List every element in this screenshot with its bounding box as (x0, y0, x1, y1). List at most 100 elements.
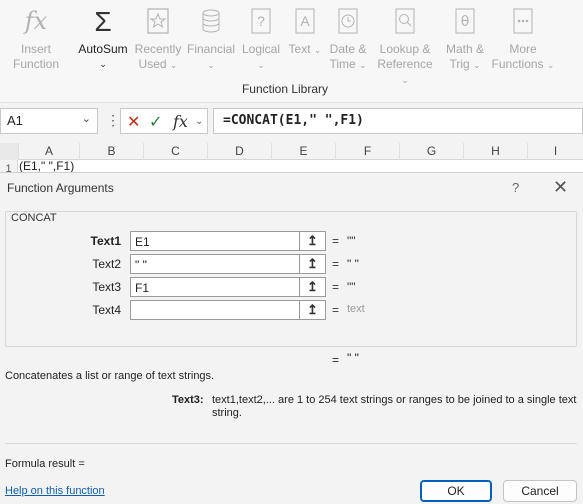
svg-text:?: ? (257, 13, 265, 29)
collapse-dialog-icon[interactable]: ↥ (300, 300, 326, 320)
more-book-icon (490, 4, 556, 38)
lookup-reference-button[interactable]: Lookup & Reference ⌄ (372, 4, 438, 88)
text-button[interactable]: A Text ⌄ (286, 4, 324, 58)
collapse-dialog-icon[interactable]: ↥ (300, 277, 326, 297)
clock-book-icon (326, 4, 370, 38)
theta-book-icon: θ (440, 4, 490, 38)
text-label: Text ⌄ (288, 42, 322, 56)
argument-input-text2[interactable]: " " (130, 254, 300, 274)
financial-button[interactable]: Financial ⌄ (185, 4, 237, 73)
help-icon[interactable]: ? (512, 180, 519, 195)
ok-button[interactable]: OK (420, 480, 492, 502)
row-header-1[interactable]: 1 (0, 160, 18, 172)
dialog-title: Function Arguments (7, 181, 114, 195)
argument-label: Text1 (90, 234, 121, 248)
column-header-h[interactable]: H (464, 143, 528, 160)
argument-row-text2: Text2 " " ↥ = " " (0, 254, 583, 274)
argument-input-text4[interactable] (130, 300, 300, 320)
column-header-e[interactable]: E (272, 143, 336, 160)
math-trig-button[interactable]: θ Math & Trig ⌄ (440, 4, 490, 73)
math-trig-label-2: Trig ⌄ (449, 57, 481, 71)
argument-row-text3: Text3 F1 ↥ = "" (0, 277, 583, 297)
ribbon: fx Insert Function Σ AutoSum ⌄ Recently … (0, 0, 583, 103)
column-header-i[interactable]: I (528, 143, 583, 160)
function-name-label: CONCAT (11, 212, 57, 224)
divider (5, 443, 577, 444)
argument-row-text1: Text1 E1 ↥ = "" (0, 231, 583, 251)
column-header-d[interactable]: D (208, 143, 272, 160)
function-description: Concatenates a list or range of text str… (5, 370, 215, 382)
autosum-chevron-icon: ⌄ (99, 59, 107, 69)
collapse-dialog-icon[interactable]: ↥ (300, 254, 326, 274)
text-book-icon: A (286, 4, 324, 38)
select-all-corner[interactable] (0, 143, 19, 160)
recently-used-button[interactable]: Recently Used ⌄ (133, 4, 183, 73)
equals-sign: = (332, 234, 340, 248)
financial-label: Financial ⌄ (186, 42, 236, 70)
chevron-down-icon[interactable]: ⌄ (82, 112, 91, 125)
recently-used-label: Recently (134, 42, 182, 56)
logical-label: Logical ⌄ (241, 42, 281, 70)
argument-label: Text4 (92, 303, 121, 317)
collapse-dialog-icon[interactable]: ↥ (300, 231, 326, 251)
autosum-button[interactable]: Σ AutoSum ⌄ (75, 4, 131, 72)
close-icon[interactable]: ✕ (553, 177, 568, 198)
date-time-button[interactable]: Date & Time ⌄ (326, 4, 370, 73)
argument-label: Text3 (92, 280, 121, 294)
name-box-value: A1 (7, 113, 23, 128)
current-argument-name: Text3: (172, 394, 204, 406)
math-trig-label: Math & (445, 42, 484, 56)
column-header-a[interactable]: A (19, 143, 80, 160)
coins-icon (185, 4, 237, 38)
equals-sign: = (332, 280, 340, 294)
grid-row-1: 1 (E1," ",F1) (0, 160, 583, 172)
chevron-down-icon[interactable]: ⌄ (195, 116, 203, 127)
cell-a1[interactable]: (E1," ",F1) (19, 160, 74, 172)
svg-text:A: A (300, 13, 310, 29)
argument-input-text1[interactable]: E1 (130, 231, 300, 251)
column-header-b[interactable]: B (80, 143, 144, 160)
argument-result-hint: text (347, 303, 365, 315)
function-library-label: Function Library (241, 82, 329, 96)
star-icon (133, 4, 183, 38)
date-time-label: Date & (329, 42, 367, 56)
more-functions-label: More (509, 42, 537, 56)
recently-used-label-2: Used ⌄ (138, 57, 178, 71)
name-box[interactable]: A1 ⌄ (0, 108, 98, 134)
column-header-c[interactable]: C (144, 143, 208, 160)
insert-function-label-2: Function (12, 57, 60, 71)
argument-input-text3[interactable]: F1 (130, 277, 300, 297)
equals-sign: = (332, 257, 340, 271)
formula-result-label: Formula result = (5, 458, 85, 470)
column-header-f[interactable]: F (336, 143, 400, 160)
argument-label: Text2 (92, 257, 121, 271)
svg-text:θ: θ (461, 14, 470, 30)
insert-function-label: Insert (20, 42, 51, 56)
cancel-icon[interactable]: ✕ (127, 112, 140, 132)
formula-bar: A1 ⌄ ⋮ ✕ ✓ fx ⌄ =CONCAT(E1," ",F1) (0, 107, 583, 135)
autosum-label: AutoSum (78, 42, 128, 56)
logical-button[interactable]: ? Logical ⌄ (239, 4, 283, 73)
date-time-label-2: Time ⌄ (329, 57, 367, 71)
help-on-function-link[interactable]: Help on this function (5, 485, 105, 497)
equals-sign: = (332, 303, 340, 317)
formula-bar-grip-icon[interactable]: ⋮ (106, 112, 120, 129)
formula-controls: ✕ ✓ fx ⌄ (120, 108, 208, 134)
magnifier-book-icon (372, 4, 438, 38)
argument-result: "" (347, 234, 356, 248)
enter-check-icon[interactable]: ✓ (149, 112, 162, 132)
argument-result: "" (347, 280, 356, 294)
column-header-g[interactable]: G (400, 143, 464, 160)
more-functions-button[interactable]: More Functions ⌄ (490, 4, 556, 73)
formula-input[interactable]: =CONCAT(E1," ",F1) (213, 108, 583, 134)
column-headers: A B C D E F G H I (0, 143, 583, 160)
sigma-icon: Σ (94, 5, 112, 37)
cancel-button[interactable]: Cancel (503, 480, 577, 502)
function-arguments-dialog: Function Arguments ? ✕ CONCAT Text1 E1 ↥… (0, 172, 583, 504)
function-result-equals: = (332, 353, 340, 367)
fx-icon: fx (24, 6, 48, 35)
question-book-icon: ? (239, 4, 283, 38)
fx-icon[interactable]: fx (173, 112, 188, 131)
function-result-value: " " (347, 351, 359, 365)
insert-function-button[interactable]: fx Insert Function (6, 4, 66, 72)
